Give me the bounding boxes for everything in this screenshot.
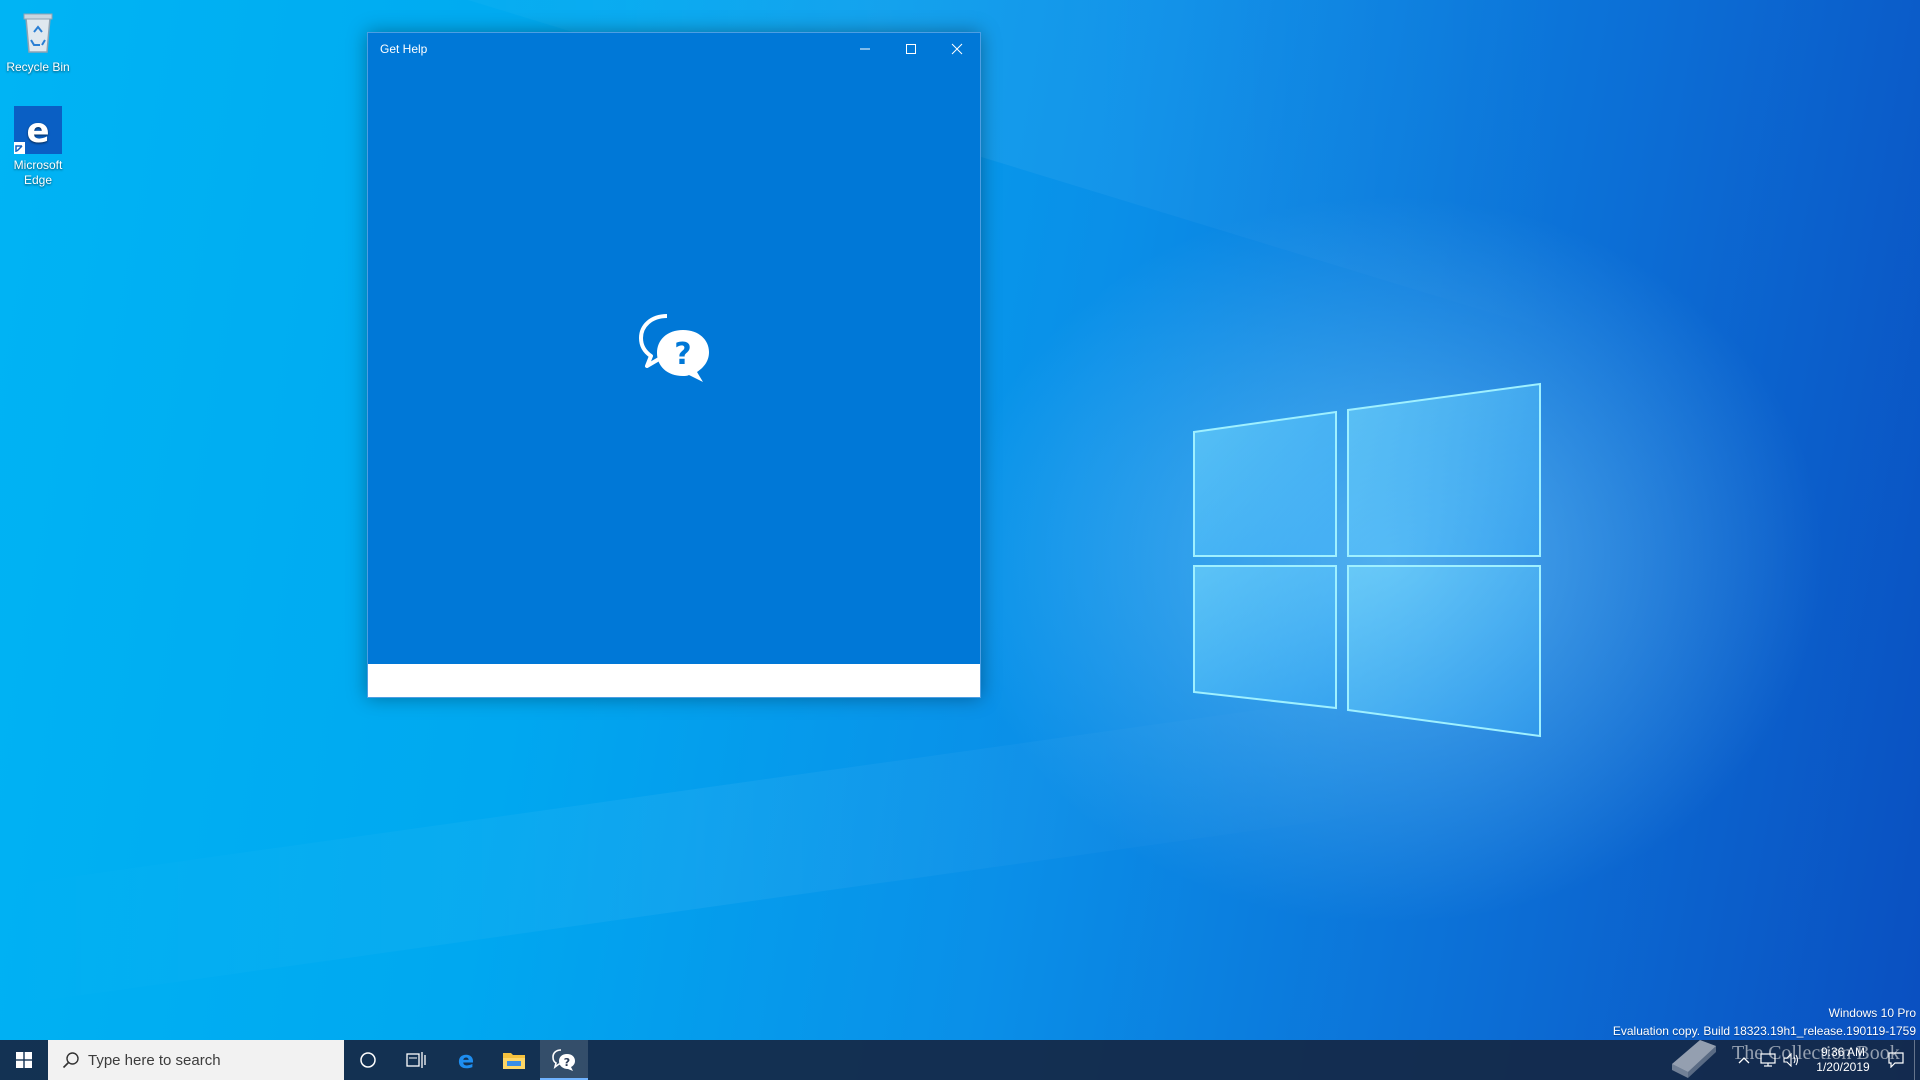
blog-watermark-text: The Collection Book: [1732, 1042, 1900, 1064]
svg-text:e: e: [458, 1048, 474, 1072]
taskbar-file-explorer-button[interactable]: [490, 1040, 538, 1080]
recycle-bin-icon: [14, 8, 62, 56]
loading-bar: [368, 664, 980, 697]
taskbar-get-help-button[interactable]: ?: [540, 1040, 588, 1080]
desktop-icon-microsoft-edge[interactable]: e Microsoft Edge: [0, 106, 76, 188]
get-help-icon: ?: [552, 1049, 575, 1071]
svg-text:?: ?: [674, 337, 691, 372]
file-explorer-icon: [503, 1053, 525, 1069]
svg-text:?: ?: [564, 1056, 570, 1069]
search-input[interactable]: [88, 1040, 328, 1080]
windows-start-icon: [16, 1052, 32, 1068]
cortana-icon: [360, 1052, 376, 1068]
title-bar[interactable]: Get Help: [368, 33, 980, 65]
maximize-button[interactable]: [888, 33, 934, 65]
edge-icon: e: [14, 106, 62, 154]
minimize-icon: [860, 48, 870, 50]
edge-icon: e: [458, 1048, 474, 1072]
watermark-edition: Windows 10 Pro: [1828, 1006, 1916, 1020]
svg-text:e: e: [26, 111, 49, 151]
window-title: Get Help: [380, 42, 428, 56]
start-button[interactable]: [0, 1040, 48, 1080]
close-button[interactable]: [934, 33, 980, 65]
task-view-icon: [406, 1052, 426, 1068]
chat-help-icon: ?: [639, 314, 709, 382]
taskbar-edge-button[interactable]: e: [442, 1040, 490, 1080]
desktop: Recycle Bin e Microsoft Edge Get Help ? …: [0, 0, 1920, 1080]
desktop-icon-recycle-bin[interactable]: Recycle Bin: [0, 8, 76, 75]
taskbar-search-box[interactable]: [48, 1040, 344, 1080]
maximize-icon: [906, 44, 916, 54]
cortana-button[interactable]: [344, 1040, 392, 1080]
desktop-icon-label: Microsoft Edge: [13, 158, 63, 187]
search-icon: [62, 1052, 79, 1069]
get-help-window: Get Help ?: [367, 32, 981, 698]
taskbar: e ?: [0, 1040, 1920, 1080]
minimize-button[interactable]: [842, 33, 888, 65]
desktop-icon-label: Recycle Bin: [6, 60, 70, 74]
windows-logo: [1193, 382, 1541, 738]
close-icon: [951, 43, 963, 55]
task-view-button[interactable]: [392, 1040, 440, 1080]
book-logo-icon: [1672, 1040, 1716, 1078]
blog-watermark: The Collection Book: [1666, 1034, 1916, 1080]
